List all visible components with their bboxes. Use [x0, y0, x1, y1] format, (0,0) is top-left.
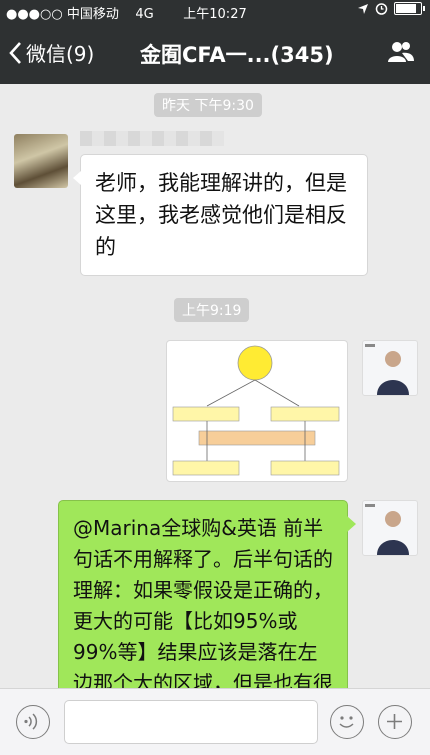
back-button[interactable]: 微信(9): [8, 38, 94, 67]
flowchart-image: [172, 345, 340, 476]
battery-icon: [394, 2, 425, 15]
bubble-tail: [347, 516, 356, 532]
emoji-icon: [339, 716, 354, 728]
incoming-message-bubble[interactable]: 老师，我能理解讲的，但是这里，我老感觉他们是相反的: [73, 154, 368, 276]
status-bar: ●●●○○ 中国移动 4G 上午10:27: [0, 0, 430, 22]
plus-icon: [387, 714, 402, 729]
flowchart-image-message[interactable]: [166, 340, 348, 482]
sender-avatar[interactable]: [14, 134, 68, 188]
person-photo-icon: [365, 344, 409, 395]
own-avatar-2[interactable]: [362, 500, 418, 556]
chevron-left-icon: [9, 41, 21, 64]
chat-title: 金囿CFA一...(345): [140, 43, 334, 67]
voice-button[interactable]: [16, 705, 50, 739]
location-arrow-icon: [358, 3, 368, 14]
person-photo-icon: [365, 504, 409, 555]
timestamp-yesterday: 昨天 下午9:30: [154, 93, 262, 117]
group-members-icon: [388, 42, 414, 62]
sender-name-blurred: [80, 131, 224, 146]
status-right: [357, 2, 425, 15]
timestamp-morning: 上午9:19: [174, 298, 250, 322]
alarm-icon: [375, 3, 388, 15]
back-label: 微信(9): [26, 42, 95, 66]
nav-bar: 微信(9) 金囿CFA一...(345): [0, 22, 430, 84]
plus-button[interactable]: [378, 705, 412, 739]
message-input[interactable]: [64, 700, 318, 744]
input-bar: [0, 688, 430, 755]
group-members-button[interactable]: [386, 40, 416, 68]
emoji-button[interactable]: [330, 705, 364, 739]
own-avatar-1[interactable]: [362, 340, 418, 396]
voice-icon: [24, 713, 38, 730]
